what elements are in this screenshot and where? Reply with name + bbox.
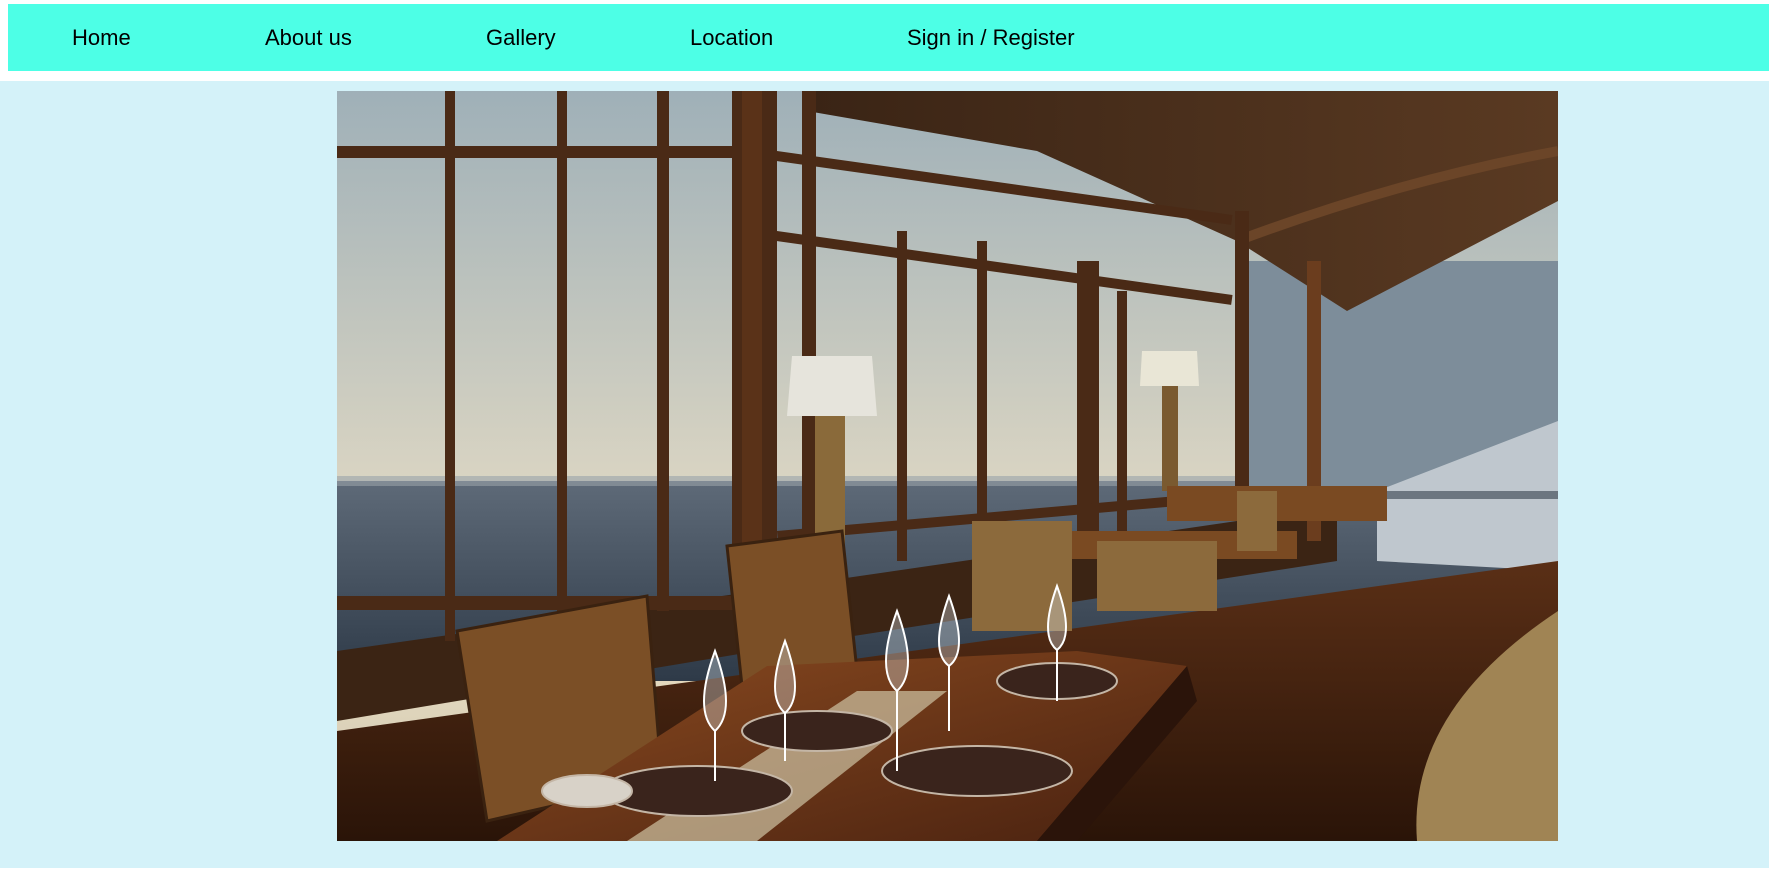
nav-home-link[interactable]: Home [72, 4, 131, 71]
main-content [0, 81, 1769, 870]
nav-gallery-link[interactable]: Gallery [486, 4, 556, 71]
restaurant-hero-image [337, 91, 1558, 841]
nav-location-link[interactable]: Location [690, 4, 773, 71]
nav-bar: Home About us Gallery Location Sign in /… [8, 4, 1769, 71]
nav-sign-in-register-link[interactable]: Sign in / Register [907, 4, 1075, 71]
nav-about-us-link[interactable]: About us [265, 4, 352, 71]
